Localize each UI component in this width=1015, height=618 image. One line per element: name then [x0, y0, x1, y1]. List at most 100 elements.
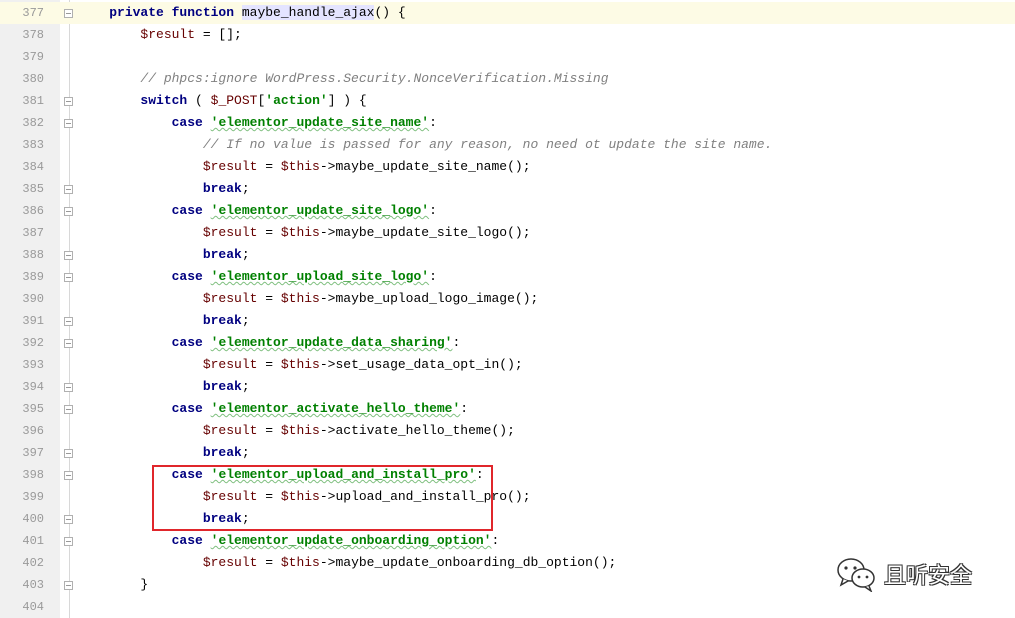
code-line[interactable]: 395 case 'elementor_activate_hello_theme… — [0, 398, 1015, 420]
line-number: 392 — [22, 336, 44, 350]
line-number: 383 — [22, 138, 44, 152]
code-text: $result = $this->maybe_update_site_name(… — [78, 156, 1015, 178]
code-text: break; — [78, 442, 1015, 464]
code-line[interactable]: 382 case 'elementor_update_site_name': — [0, 112, 1015, 134]
fold-marker-icon[interactable] — [64, 185, 73, 194]
fold-marker-icon[interactable] — [64, 581, 73, 590]
code-token: = — [257, 357, 281, 372]
code-token: ->maybe_update_site_name(); — [319, 159, 531, 174]
code-text: case 'elementor_update_onboarding_option… — [78, 530, 1015, 552]
code-token: : — [452, 335, 461, 350]
code-line[interactable]: 396 $result = $this->activate_hello_them… — [0, 420, 1015, 442]
fold-marker-icon[interactable] — [64, 251, 73, 260]
code-line[interactable]: 401 case 'elementor_update_onboarding_op… — [0, 530, 1015, 552]
code-token: $result — [202, 357, 258, 372]
fold-marker-icon[interactable] — [64, 317, 73, 326]
code-token: ; — [241, 181, 250, 196]
code-line[interactable]: 392 case 'elementor_update_data_sharing'… — [0, 332, 1015, 354]
code-token: = — [257, 555, 281, 570]
code-line[interactable]: 377 private function maybe_handle_ajax()… — [0, 2, 1015, 24]
code-line[interactable]: 388 break; — [0, 244, 1015, 266]
code-token: } — [78, 577, 149, 592]
fold-marker-icon[interactable] — [64, 273, 73, 282]
code-token: case — [171, 203, 211, 218]
code-line[interactable]: 378 $result = []; — [0, 24, 1015, 46]
code-token: ->maybe_update_onboarding_db_option(); — [319, 555, 617, 570]
line-number: 396 — [22, 424, 44, 438]
fold-marker-icon[interactable] — [64, 515, 73, 524]
code-token: break — [202, 313, 242, 328]
code-text: $result = $this->set_usage_data_opt_in()… — [78, 354, 1015, 376]
code-line[interactable]: 385 break; — [0, 178, 1015, 200]
code-line[interactable]: 397 break; — [0, 442, 1015, 464]
code-token: switch — [140, 93, 188, 108]
code-text: break; — [78, 178, 1015, 200]
fold-marker-icon[interactable] — [64, 119, 73, 128]
fold-marker-icon[interactable] — [64, 9, 73, 18]
code-token: $_POST — [210, 93, 258, 108]
code-line[interactable]: 379 — [0, 46, 1015, 68]
line-number: 386 — [22, 204, 44, 218]
line-number: 394 — [22, 380, 44, 394]
code-token: $result — [140, 27, 196, 42]
code-line[interactable]: 381 switch ( $_POST['action'] ) { — [0, 90, 1015, 112]
line-number: 401 — [22, 534, 44, 548]
code-line[interactable]: 390 $result = $this->maybe_upload_logo_i… — [0, 288, 1015, 310]
fold-marker-icon[interactable] — [64, 537, 73, 546]
code-token: ( — [187, 93, 211, 108]
code-token: private function — [109, 5, 242, 20]
code-text: switch ( $_POST['action'] ) { — [78, 90, 1015, 112]
code-token: ->activate_hello_theme(); — [319, 423, 515, 438]
code-token: break — [202, 247, 242, 262]
code-line[interactable]: 380 // phpcs:ignore WordPress.Security.N… — [0, 68, 1015, 90]
code-token: $this — [280, 357, 320, 372]
line-number: 381 — [22, 94, 44, 108]
fold-marker-icon[interactable] — [64, 339, 73, 348]
code-line[interactable]: 384 $result = $this->maybe_update_site_n… — [0, 156, 1015, 178]
code-text: case 'elementor_update_site_name': — [78, 112, 1015, 134]
code-token: break — [202, 181, 242, 196]
code-token: $result — [202, 291, 258, 306]
code-line[interactable]: 394 break; — [0, 376, 1015, 398]
code-text: $result = $this->maybe_upload_logo_image… — [78, 288, 1015, 310]
code-line[interactable]: 404 — [0, 596, 1015, 618]
fold-marker-icon[interactable] — [64, 383, 73, 392]
code-token: $result — [202, 159, 258, 174]
code-text: break; — [78, 310, 1015, 332]
code-token: $this — [280, 291, 320, 306]
fold-marker-icon[interactable] — [64, 207, 73, 216]
line-number: 384 — [22, 160, 44, 174]
code-token: : — [429, 203, 437, 218]
code-line[interactable]: 386 case 'elementor_update_site_logo': — [0, 200, 1015, 222]
code-text: case 'elementor_activate_hello_theme': — [78, 398, 1015, 420]
line-number: 393 — [22, 358, 44, 372]
code-token: maybe_handle_ajax — [241, 5, 375, 20]
fold-marker-icon[interactable] — [64, 449, 73, 458]
code-token: case — [171, 533, 211, 548]
fold-marker-icon[interactable] — [64, 405, 73, 414]
code-line[interactable]: 383 // If no value is passed for any rea… — [0, 134, 1015, 156]
code-line[interactable]: 393 $result = $this->set_usage_data_opt_… — [0, 354, 1015, 376]
line-number: 382 — [22, 116, 44, 130]
line-number: 380 — [22, 72, 44, 86]
code-line[interactable]: 389 case 'elementor_upload_site_logo': — [0, 266, 1015, 288]
fold-marker-icon[interactable] — [64, 97, 73, 106]
code-token: $this — [280, 555, 320, 570]
fold-marker-icon[interactable] — [64, 471, 73, 480]
code-text: // phpcs:ignore WordPress.Security.Nonce… — [78, 68, 1015, 90]
code-line[interactable]: 387 $result = $this->maybe_update_site_l… — [0, 222, 1015, 244]
code-line[interactable]: 391 break; — [0, 310, 1015, 332]
code-token: () { — [374, 5, 406, 20]
